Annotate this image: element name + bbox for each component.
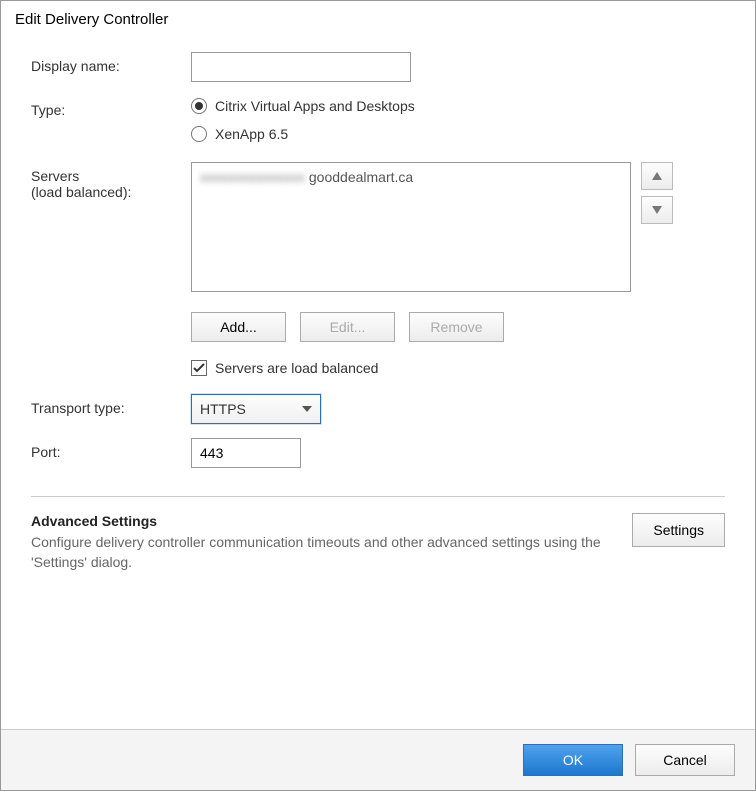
servers-label: Servers (load balanced): (31, 162, 191, 200)
settings-button[interactable]: Settings (632, 513, 725, 547)
server-obscured-prefix: xxxxxxxxxxxxxxx (200, 169, 305, 185)
ok-button[interactable]: OK (523, 744, 623, 776)
type-radio-cvad[interactable]: Citrix Virtual Apps and Desktops (191, 96, 725, 116)
dialog-footer: OK Cancel (1, 729, 755, 790)
radio-unchecked-icon (191, 126, 207, 142)
checkbox-checked-icon (191, 360, 207, 376)
move-up-button[interactable] (641, 162, 673, 190)
chevron-down-icon (302, 406, 312, 412)
chevron-down-icon (652, 206, 662, 214)
radio-checked-icon (191, 98, 207, 114)
transport-type-value: HTTPS (200, 401, 246, 417)
advanced-settings-description: Configure delivery controller communicat… (31, 533, 612, 572)
edit-server-button[interactable]: Edit... (300, 312, 395, 342)
port-label: Port: (31, 438, 191, 460)
advanced-settings-heading: Advanced Settings (31, 513, 612, 529)
server-suffix: gooddealmart.ca (309, 169, 413, 185)
server-item[interactable]: xxxxxxxxxxxxxxx gooddealmart.ca (200, 167, 622, 187)
chevron-up-icon (652, 172, 662, 180)
type-cvad-label: Citrix Virtual Apps and Desktops (215, 98, 415, 114)
dialog-title: Edit Delivery Controller (1, 1, 755, 32)
move-down-button[interactable] (641, 196, 673, 224)
type-label: Type: (31, 96, 191, 118)
port-input[interactable] (191, 438, 301, 468)
transport-type-label: Transport type: (31, 394, 191, 416)
display-name-input[interactable] (191, 52, 411, 82)
servers-listbox[interactable]: xxxxxxxxxxxxxxx gooddealmart.ca (191, 162, 631, 292)
type-radio-xenapp[interactable]: XenApp 6.5 (191, 124, 725, 144)
display-name-label: Display name: (31, 52, 191, 74)
type-xenapp-label: XenApp 6.5 (215, 126, 288, 142)
load-balanced-label: Servers are load balanced (215, 360, 378, 376)
transport-type-select[interactable]: HTTPS (191, 394, 321, 424)
separator (31, 496, 725, 497)
load-balanced-checkbox[interactable]: Servers are load balanced (191, 360, 725, 376)
cancel-button[interactable]: Cancel (635, 744, 735, 776)
dialog-content: Display name: Type: Citrix Virtual Apps … (1, 32, 755, 729)
add-server-button[interactable]: Add... (191, 312, 286, 342)
remove-server-button[interactable]: Remove (409, 312, 504, 342)
